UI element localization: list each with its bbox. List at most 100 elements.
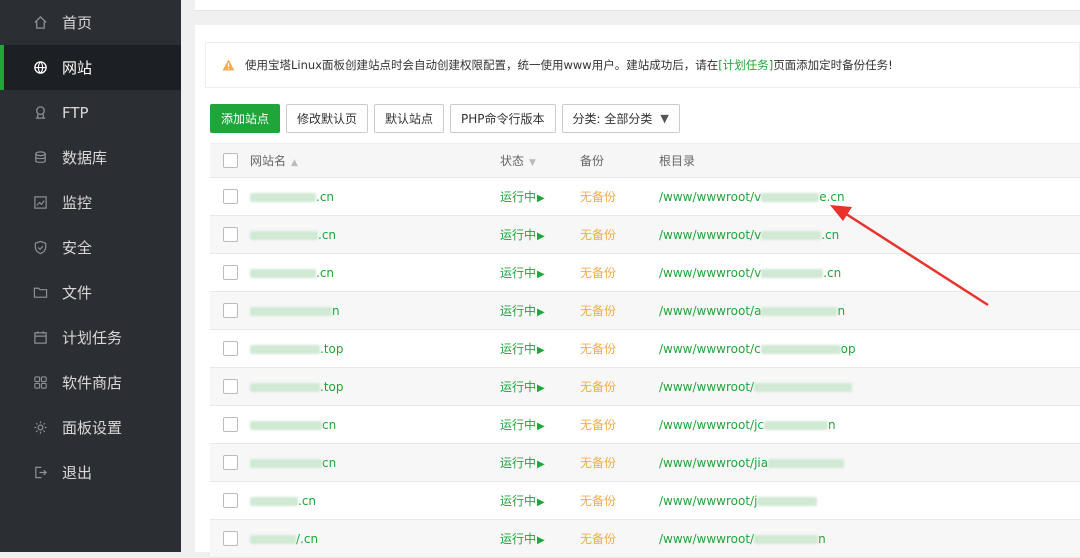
- root-path-link[interactable]: /www/wwwroot/v .cn: [659, 266, 1080, 280]
- backup-status[interactable]: 无备份: [580, 226, 659, 243]
- row-checkbox[interactable]: [222, 189, 238, 204]
- sidebar-item-label: 安全: [62, 239, 93, 257]
- status-running[interactable]: 运行中▶: [500, 302, 580, 319]
- site-name-link[interactable]: .cn: [250, 190, 500, 204]
- site-name-link[interactable]: cn: [250, 418, 500, 432]
- backup-status[interactable]: 无备份: [580, 416, 659, 433]
- sidebar-item-ftp[interactable]: FTP: [0, 90, 181, 135]
- row-checkbox[interactable]: [222, 341, 238, 356]
- status-running[interactable]: 运行中▶: [500, 454, 580, 471]
- backup-status[interactable]: 无备份: [580, 188, 659, 205]
- root-path-link[interactable]: /www/wwwroot/jc n: [659, 418, 1080, 432]
- table-row: .top 运行中▶ 无备份 /www/wwwroot/c op: [210, 330, 1080, 368]
- select-all-checkbox[interactable]: [222, 153, 238, 168]
- site-name-link[interactable]: n: [250, 304, 500, 318]
- backup-status[interactable]: 无备份: [580, 264, 659, 281]
- sites-table: 网站名 ▲ 状态 ▼ 备份 根目录 .cn 运行中▶ 无备份 /www/wwwroo…: [210, 143, 1080, 558]
- warning-icon: [222, 59, 235, 71]
- sidebar-item-panel-settings[interactable]: 面板设置: [0, 405, 181, 450]
- default-site-button[interactable]: 默认站点: [374, 103, 445, 133]
- monitor-icon: [32, 195, 48, 211]
- sidebar-item-security[interactable]: 安全: [0, 225, 181, 270]
- root-path-link[interactable]: /www/wwwroot/n: [659, 532, 1080, 546]
- site-name-link[interactable]: .cn: [250, 494, 500, 508]
- shield-icon: [32, 240, 48, 256]
- sidebar-item-website[interactable]: 网站: [0, 45, 181, 90]
- sidebar-item-cron[interactable]: 计划任务: [0, 315, 181, 360]
- root-path-link[interactable]: /www/wwwroot/v e.cn: [659, 190, 1080, 204]
- status-running[interactable]: 运行中▶: [500, 188, 580, 205]
- play-icon: ▶: [537, 421, 545, 432]
- root-path-link[interactable]: /www/wwwroot/a n: [659, 304, 1080, 318]
- toolbar: 添加站点 修改默认页 默认站点 PHP命令行版本 分类: 全部分类 ▼: [210, 103, 680, 133]
- status-running[interactable]: 运行中▶: [500, 378, 580, 395]
- backup-status[interactable]: 无备份: [580, 454, 659, 471]
- header-status[interactable]: 状态 ▼: [500, 152, 580, 169]
- backup-status[interactable]: 无备份: [580, 530, 659, 547]
- category-label: 分类: 全部分类: [572, 111, 653, 126]
- category-select[interactable]: 分类: 全部分类 ▼: [561, 103, 680, 133]
- sidebar-item-label: 数据库: [62, 149, 108, 167]
- status-running[interactable]: 运行中▶: [500, 530, 580, 547]
- row-checkbox[interactable]: [222, 379, 238, 394]
- sidebar-item-store[interactable]: 软件商店: [0, 360, 181, 405]
- row-checkbox[interactable]: [222, 227, 238, 242]
- globe-icon: [32, 60, 48, 76]
- root-path-link[interactable]: /www/wwwroot/v .cn: [659, 228, 1080, 242]
- sidebar-item-home[interactable]: 首页: [0, 0, 181, 45]
- sidebar-item-files[interactable]: 文件: [0, 270, 181, 315]
- status-running[interactable]: 运行中▶: [500, 492, 580, 509]
- top-panel: [195, 0, 1080, 11]
- row-checkbox[interactable]: [222, 531, 238, 546]
- backup-status[interactable]: 无备份: [580, 302, 659, 319]
- play-icon: ▶: [537, 307, 545, 318]
- edit-default-page-button[interactable]: 修改默认页: [286, 103, 369, 133]
- play-icon: ▶: [537, 383, 545, 394]
- site-name-link[interactable]: .cn: [250, 266, 500, 280]
- row-checkbox[interactable]: [222, 265, 238, 280]
- header-backup: 备份: [580, 154, 605, 168]
- row-checkbox[interactable]: [222, 417, 238, 432]
- sidebar-item-label: 监控: [62, 194, 93, 212]
- table-row: .top 运行中▶ 无备份 /www/wwwroot/: [210, 368, 1080, 406]
- site-name-link[interactable]: .cn: [250, 228, 500, 242]
- site-name-link[interactable]: .top: [250, 380, 500, 394]
- notice-text-end: 页面添加定时备份任务!: [773, 58, 893, 72]
- sidebar-item-label: FTP: [62, 103, 89, 122]
- row-checkbox[interactable]: [222, 455, 238, 470]
- root-path-link[interactable]: /www/wwwroot/c op: [659, 342, 1080, 356]
- table-row: cn 运行中▶ 无备份 /www/wwwroot/jia: [210, 444, 1080, 482]
- notice-text: 使用宝塔Linux面板创建站点时会自动创建权限配置，统一使用www用户。建站成功…: [245, 58, 719, 72]
- status-running[interactable]: 运行中▶: [500, 416, 580, 433]
- notice-banner: 使用宝塔Linux面板创建站点时会自动创建权限配置，统一使用www用户。建站成功…: [205, 42, 1080, 88]
- sidebar-item-label: 网站: [62, 59, 93, 77]
- table-row: n 运行中▶ 无备份 /www/wwwroot/a n: [210, 292, 1080, 330]
- grid-icon: [32, 375, 48, 391]
- sidebar-item-database[interactable]: 数据库: [0, 135, 181, 180]
- root-path-link[interactable]: /www/wwwroot/j: [659, 494, 1080, 508]
- sidebar-item-logout[interactable]: 退出: [0, 450, 181, 495]
- status-running[interactable]: 运行中▶: [500, 340, 580, 357]
- add-site-button[interactable]: 添加站点: [210, 103, 281, 133]
- home-icon: [32, 15, 48, 31]
- sidebar-item-label: 文件: [62, 284, 93, 302]
- backup-status[interactable]: 无备份: [580, 340, 659, 357]
- header-name[interactable]: 网站名 ▲: [250, 152, 500, 169]
- cron-link[interactable]: [计划任务]: [718, 57, 773, 73]
- php-cli-version-button[interactable]: PHP命令行版本: [450, 103, 556, 133]
- status-running[interactable]: 运行中▶: [500, 264, 580, 281]
- site-name-link[interactable]: /.cn: [250, 532, 500, 546]
- root-path-link[interactable]: /www/wwwroot/jia: [659, 456, 1080, 470]
- ftp-icon: [32, 105, 48, 121]
- backup-status[interactable]: 无备份: [580, 378, 659, 395]
- sidebar-item-monitor[interactable]: 监控: [0, 180, 181, 225]
- folder-icon: [32, 285, 48, 301]
- site-name-link[interactable]: .top: [250, 342, 500, 356]
- root-path-link[interactable]: /www/wwwroot/: [659, 380, 1080, 394]
- table-row: .cn 运行中▶ 无备份 /www/wwwroot/v .cn: [210, 216, 1080, 254]
- status-running[interactable]: 运行中▶: [500, 226, 580, 243]
- backup-status[interactable]: 无备份: [580, 492, 659, 509]
- site-name-link[interactable]: cn: [250, 456, 500, 470]
- row-checkbox[interactable]: [222, 303, 238, 318]
- row-checkbox[interactable]: [222, 493, 238, 508]
